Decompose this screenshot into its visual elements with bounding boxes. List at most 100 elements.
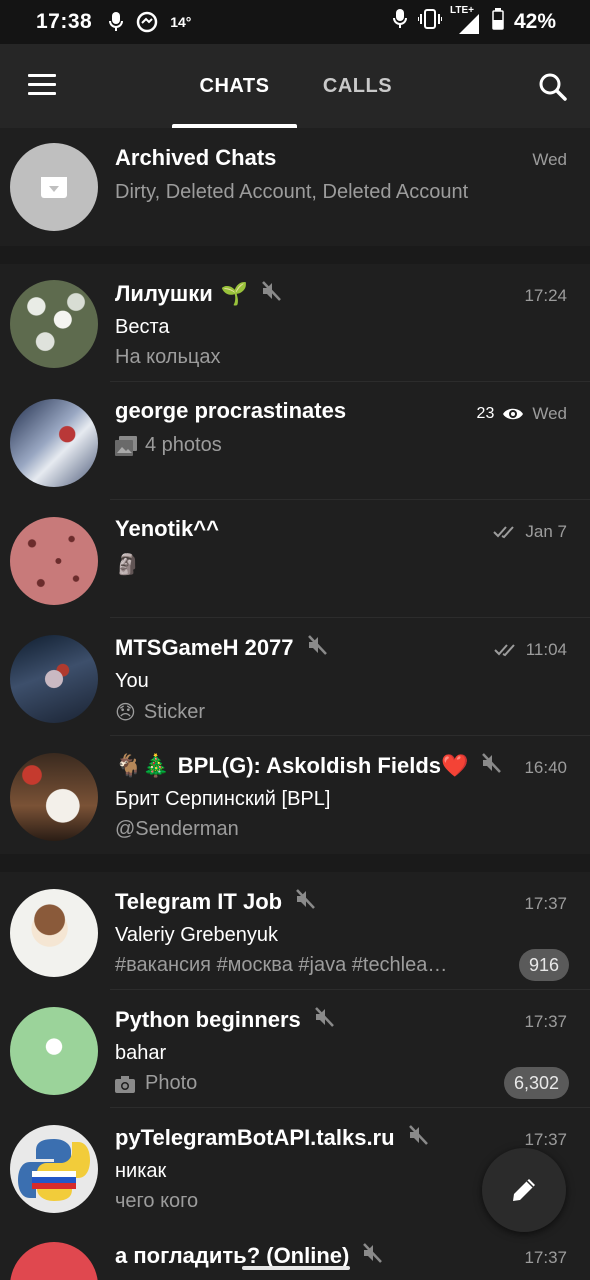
chat-sender: Valeriy Grebenyuk: [115, 924, 279, 946]
camera-icon: [115, 1075, 135, 1093]
chat-sender: Веста: [115, 316, 170, 338]
archive-icon: [41, 177, 67, 198]
chat-preview: #вакансия #москва #java #techlea…: [115, 954, 448, 976]
battery-icon: [492, 8, 504, 36]
unread-badge: 6,302: [503, 1067, 569, 1099]
chat-name: Telegram IT Job: [115, 888, 316, 916]
chat-time: 23 Wed: [477, 404, 567, 424]
chat-sender: никак: [115, 1160, 167, 1182]
preview-text: 4 photos: [145, 434, 222, 456]
sad-emoji: 😞: [115, 700, 136, 724]
time-text: 17:37: [524, 1248, 567, 1267]
mute-icon: [480, 752, 502, 780]
avatar: [10, 517, 98, 605]
mute-icon: [306, 634, 328, 662]
chat-preview: 4 photos: [115, 434, 222, 457]
time-text: 11:04: [525, 640, 567, 659]
time-text: 17:37: [524, 1130, 567, 1149]
mute-icon: [407, 1124, 429, 1152]
eye-icon: [502, 406, 524, 422]
signal-icon: LTE+: [450, 5, 482, 34]
chat-sender: You: [115, 670, 149, 692]
temperature: 14°: [170, 14, 192, 30]
chat-name: 🐐🎄 BPL(G): Askoldish Fields ❤️: [115, 752, 502, 780]
preview-text: Photo: [145, 1072, 198, 1094]
avatar: [10, 889, 98, 977]
battery-percent: 42%: [513, 10, 556, 33]
chat-row[interactable]: Yenotik^^ 🗿 Jan 7: [0, 500, 590, 618]
chat-title: Python beginners: [115, 1007, 301, 1032]
chat-preview: чего кого: [115, 1190, 199, 1212]
avatar: [10, 1125, 98, 1213]
moai-emoji: 🗿: [115, 552, 140, 576]
mute-icon: [260, 280, 282, 308]
chat-name: Yenotik^^: [115, 516, 219, 541]
chat-preview: Photo: [115, 1072, 197, 1095]
time-text: 17:37: [524, 894, 567, 913]
mute-icon: [313, 1006, 335, 1034]
status-time: 17:38: [36, 10, 93, 33]
chat-time: 17:37: [524, 1012, 567, 1032]
chat-row[interactable]: Лилушки 🌱 Веста На кольцах 17:24: [0, 264, 590, 382]
chat-name: MTSGameH 2077: [115, 634, 328, 662]
chat-title: MTSGameH 2077: [115, 635, 294, 660]
messenger-icon: [136, 11, 158, 33]
archived-chats-row[interactable]: Archived Chats Dirty, Deleted Account, D…: [0, 128, 590, 246]
pencil-icon: [513, 1179, 535, 1201]
time-text: 17:24: [524, 286, 567, 305]
chat-row[interactable]: а погладить? (Online) 17:37: [0, 1226, 590, 1280]
chat-time: 17:24: [524, 286, 567, 306]
chat-preview: 😞 Sticker: [115, 700, 205, 724]
mute-icon: [361, 1242, 383, 1270]
avatar: [10, 280, 98, 368]
search-icon[interactable]: [538, 72, 568, 102]
menu-icon[interactable]: [28, 74, 56, 96]
tab-chats[interactable]: CHATS: [172, 44, 297, 128]
heart-emoji: ❤️: [441, 753, 469, 779]
chat-row[interactable]: Python beginners bahar Photo 17:37 6,302: [0, 990, 590, 1108]
unread-badge: 916: [518, 949, 569, 981]
time-text: Wed: [532, 404, 567, 423]
status-bar: 17:38 14° LTE+ 42%: [0, 0, 590, 44]
chat-time: Wed: [532, 150, 567, 169]
chat-sender: Брит Серпинский [BPL]: [115, 788, 331, 810]
avatar: [10, 1242, 98, 1280]
top-bar: CHATS CALLS: [0, 44, 590, 128]
tab-calls[interactable]: CALLS: [300, 44, 415, 128]
double-check-icon: [493, 525, 517, 539]
compose-button[interactable]: [482, 1148, 566, 1232]
double-check-icon: [494, 643, 518, 657]
microphone-icon: [108, 11, 124, 33]
chat-title: Telegram IT Job: [115, 889, 283, 914]
python-logo-icon: [18, 1139, 90, 1201]
chat-time: 16:40: [524, 758, 567, 778]
chat-title: pyTelegramBotAPI.talks.ru: [115, 1125, 395, 1150]
goat-tree-emoji: 🐐🎄: [115, 753, 170, 779]
archive-avatar: [10, 143, 98, 231]
plant-emoji: 🌱: [220, 281, 249, 307]
chat-title: Лилушки: [115, 281, 213, 306]
vibrate-icon: [416, 8, 443, 36]
chat-row[interactable]: Telegram IT Job Valeriy Grebenyuk #вакан…: [0, 872, 590, 990]
chat-time: 17:37: [524, 1130, 567, 1150]
chat-name: Лилушки 🌱: [115, 280, 282, 308]
avatar: [10, 753, 98, 841]
chat-name: pyTelegramBotAPI.talks.ru: [115, 1124, 429, 1152]
chat-time: Jan 7: [493, 522, 567, 542]
archived-section: Archived Chats Dirty, Deleted Account, D…: [0, 128, 590, 246]
chat-row[interactable]: george procrastinates 4 photos 23 Wed: [0, 382, 590, 500]
chat-title: BPL(G): Askoldish Fields: [177, 753, 442, 778]
chat-row[interactable]: MTSGameH 2077 You 😞 Sticker 11:04: [0, 618, 590, 736]
avatar: [10, 399, 98, 487]
chat-preview: Dirty, Deleted Account, Deleted Account: [115, 181, 469, 203]
time-text: 17:37: [524, 1012, 567, 1031]
chat-list-section-1: Лилушки 🌱 Веста На кольцах 17:24 george …: [0, 264, 590, 854]
gesture-handle[interactable]: [242, 1266, 350, 1270]
chat-row[interactable]: 🐐🎄 BPL(G): Askoldish Fields ❤️ Брит Серп…: [0, 736, 590, 854]
mute-icon: [294, 888, 316, 916]
chat-sender: bahar: [115, 1042, 167, 1064]
chat-name: Archived Chats: [115, 145, 277, 170]
chat-name: Python beginners: [115, 1006, 335, 1034]
photos-icon: [115, 435, 137, 456]
chat-time: 11:04: [494, 640, 567, 660]
